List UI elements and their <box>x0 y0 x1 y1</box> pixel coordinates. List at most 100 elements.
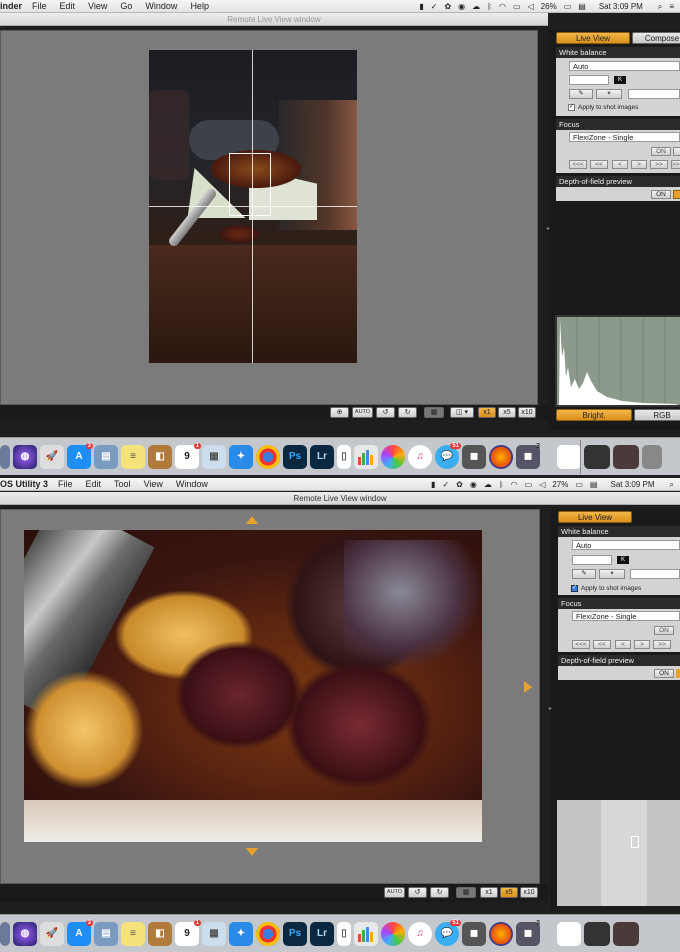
launchpad-icon-2[interactable]: 🚀 <box>40 921 64 946</box>
dof-on-button-2[interactable]: ON <box>654 669 674 678</box>
rotate-left-button-2[interactable]: ↺ <box>408 887 427 898</box>
panel-collapse-arrow-2[interactable]: ▸ <box>549 705 552 712</box>
eye-icon-2[interactable]: ◉ <box>470 480 477 489</box>
pan-up-arrow[interactable] <box>246 516 258 524</box>
photos-icon[interactable] <box>381 444 405 469</box>
tab-live-view-2[interactable]: Live View <box>558 511 632 523</box>
numbers-icon-2[interactable] <box>354 921 378 946</box>
finder-icon[interactable] <box>0 444 10 469</box>
firefox-icon-2[interactable] <box>489 921 513 946</box>
panel-collapse-arrow[interactable]: ▸ <box>547 225 550 232</box>
preview-icon[interactable]: ▤ <box>94 444 118 469</box>
menu-edit-2[interactable]: Edit <box>86 479 102 489</box>
focus-mode-select-2[interactable]: FlexiZone - Single <box>572 611 680 621</box>
siri-icon[interactable]: ◍ <box>13 444 37 469</box>
grid-button[interactable]: ▦ <box>424 407 444 418</box>
focus-mode-select[interactable]: FlexiZone - Single <box>569 132 680 142</box>
status-icon-2[interactable]: ▮ <box>431 480 435 489</box>
focus-far2-button[interactable]: << <box>590 160 608 169</box>
wifi-icon[interactable]: ◠ <box>499 2 506 11</box>
zoom-x5-button[interactable]: x5 <box>498 407 516 418</box>
focus-target-button[interactable]: ⊕ <box>330 407 349 418</box>
focus-far1-button[interactable]: < <box>612 160 628 169</box>
itunes-icon[interactable]: ♫ <box>408 444 432 469</box>
focus-near1-button[interactable]: > <box>631 160 647 169</box>
lightroom-icon[interactable]: Lr <box>310 444 334 469</box>
dof-off-button-2[interactable] <box>676 669 680 678</box>
status-icon[interactable]: ▮ <box>419 2 423 11</box>
photo-booth-icon[interactable]: ▦ <box>202 444 226 469</box>
messages-icon[interactable]: 💬 51 <box>435 442 461 469</box>
pan-right-arrow[interactable] <box>524 681 532 693</box>
minimized-window-1[interactable] <box>584 444 610 469</box>
rotate-left-button[interactable]: ↺ <box>376 407 395 418</box>
messages-icon-2[interactable]: 💬 51 <box>435 919 461 946</box>
apply-shot-checkbox-2[interactable]: ✓ <box>571 585 578 592</box>
photos-icon-2[interactable] <box>381 921 405 946</box>
menu-window-2[interactable]: Window <box>176 479 208 489</box>
white-balance-select[interactable]: Auto <box>569 61 680 71</box>
hist-tab-rgb[interactable]: RGB <box>634 409 680 421</box>
clock[interactable]: Sat 3:09 PM <box>599 2 643 11</box>
volume-icon-2[interactable]: ◁ <box>539 480 545 489</box>
sync-icon-2[interactable]: ✿ <box>456 480 463 489</box>
spotlight-icon[interactable]: ⌕ <box>658 2 662 12</box>
appstore-icon[interactable]: A3 <box>67 442 93 469</box>
kelvin-input-2[interactable] <box>572 555 612 565</box>
flag-icon-2[interactable]: ▤ <box>590 480 598 489</box>
safari-icon[interactable]: ✦ <box>229 444 253 469</box>
menu-window[interactable]: Window <box>145 1 177 11</box>
calendar-icon[interactable]: 91 <box>175 442 201 469</box>
focus-near2-button[interactable]: >> <box>650 160 668 169</box>
airplay-icon[interactable]: ▭ <box>513 2 521 11</box>
kelvin-input[interactable] <box>569 75 609 85</box>
menu-view-2[interactable]: View <box>144 479 163 489</box>
minimized-window-2[interactable] <box>613 444 639 469</box>
live-view-image[interactable] <box>149 50 357 363</box>
flag-icon[interactable]: ▤ <box>578 2 586 11</box>
wb-preset-dropdown-2[interactable]: ▾ <box>599 569 625 579</box>
eye-icon[interactable]: ◉ <box>458 2 465 11</box>
bluetooth-icon[interactable]: ᛒ <box>487 2 492 11</box>
minimized-window-4[interactable] <box>613 921 639 946</box>
check-icon-2[interactable]: ✓ <box>442 480 449 489</box>
menu-file[interactable]: File <box>32 1 47 11</box>
focus-far3-button[interactable]: <<< <box>569 160 587 169</box>
cloud-icon-2[interactable]: ☁ <box>484 480 492 489</box>
contacts-icon-2[interactable]: ◧ <box>148 921 172 946</box>
focus-far3-button-2[interactable]: <<< <box>572 640 590 649</box>
photo-booth-icon-2[interactable]: ▦ <box>202 921 226 946</box>
zoom-x10-button-2[interactable]: x10 <box>520 887 538 898</box>
auto-focus-button-2[interactable]: AUTO <box>384 887 405 898</box>
notes-icon[interactable]: ≡ <box>121 444 145 469</box>
volume-icon[interactable]: ◁ <box>528 2 534 11</box>
window-titlebar-2[interactable]: Remote Live View window <box>0 492 680 505</box>
lightroom-icon-2[interactable]: Lr <box>310 921 334 946</box>
zoom-navigator[interactable] <box>557 800 680 906</box>
contacts-icon[interactable]: ◧ <box>148 444 172 469</box>
menu-help[interactable]: Help <box>190 1 209 11</box>
focus-on-button-2[interactable]: ON <box>654 626 674 635</box>
zoom-x5-button-2[interactable]: x5 <box>500 887 518 898</box>
grid-button-2[interactable]: ▦ <box>456 887 476 898</box>
notes-icon-2[interactable]: ≡ <box>121 921 145 946</box>
navigator-zoom-rect[interactable] <box>631 836 639 848</box>
dof-on-button[interactable]: ON <box>651 190 671 199</box>
sync-icon[interactable]: ✿ <box>444 2 451 11</box>
textedit-icon-2[interactable]: ▯ <box>337 921 351 946</box>
auto-focus-button[interactable]: AUTO <box>352 407 373 418</box>
textedit-icon[interactable]: ▯ <box>337 444 351 469</box>
firefox-icon[interactable] <box>489 444 513 469</box>
launchpad-icon[interactable]: 🚀 <box>40 444 64 469</box>
app-menu-eos[interactable]: OS Utility 3 <box>0 479 48 489</box>
document-icon-2[interactable] <box>557 921 581 946</box>
itunes-icon-2[interactable]: ♫ <box>408 921 432 946</box>
calendar-icon-2[interactable]: 91 <box>175 919 201 946</box>
battery-percent-2[interactable]: 27% <box>552 480 568 489</box>
hist-tab-bright[interactable]: Bright. <box>556 409 632 421</box>
trash-icon[interactable] <box>642 444 662 469</box>
check-icon[interactable]: ✓ <box>431 2 438 11</box>
menu-tool[interactable]: Tool <box>114 479 131 489</box>
chrome-icon-2[interactable] <box>256 921 280 946</box>
menu-go[interactable]: Go <box>120 1 132 11</box>
